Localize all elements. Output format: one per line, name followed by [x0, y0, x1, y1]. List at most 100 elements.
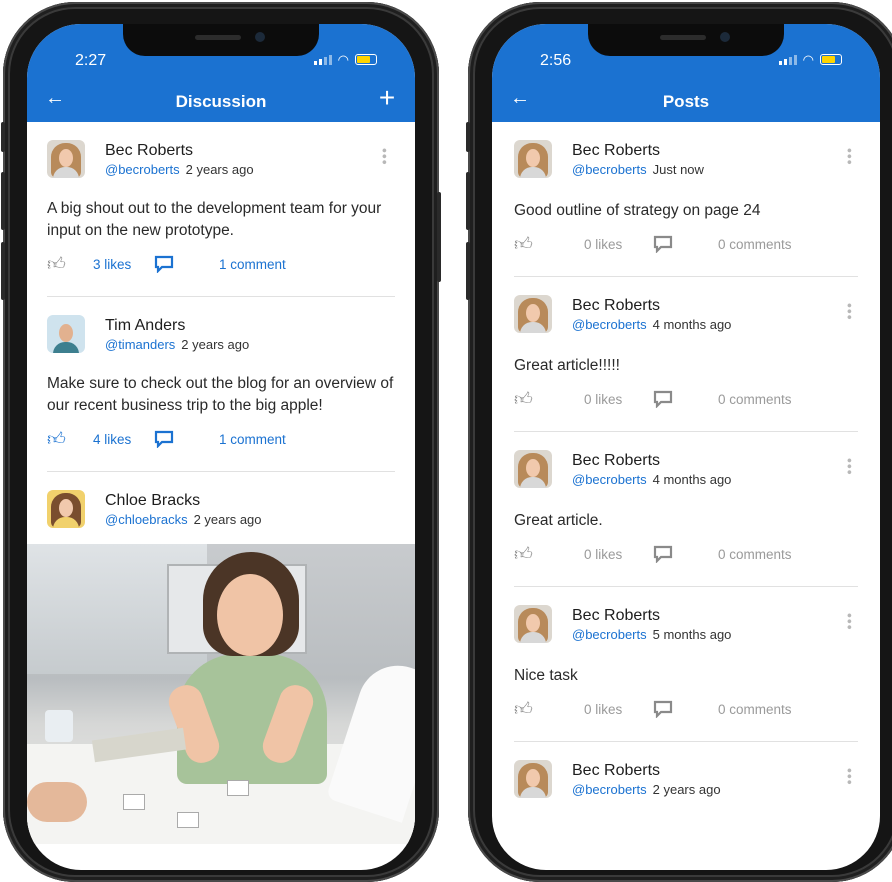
phone-posts: 2:56 ◠ ← Posts Bec Roberts @becroberts Ju… — [466, 2, 892, 882]
side-button — [466, 242, 470, 300]
phone-discussion: 2:27 ◠ ← Discussion + Bec Roberts @becro… — [1, 2, 441, 882]
avatar[interactable] — [514, 140, 552, 178]
more-vertical-icon[interactable]: ••• — [377, 148, 393, 166]
page-title: Discussion — [175, 92, 267, 111]
list-item: Bec Roberts @becroberts 4 months ago ••• … — [492, 432, 880, 587]
avatar[interactable] — [514, 760, 552, 798]
avatar[interactable] — [47, 140, 85, 178]
author-handle[interactable]: @becroberts — [572, 162, 647, 177]
post-text: A big shout out to the development team … — [47, 200, 382, 239]
author-handle[interactable]: @becroberts — [572, 472, 647, 487]
comments-count[interactable]: 1 comment — [219, 257, 286, 272]
screen: 2:27 ◠ ← Discussion + Bec Roberts @becro… — [27, 24, 415, 870]
thumbs-up-icon[interactable]: 👍︎ — [514, 543, 538, 565]
side-button — [1, 242, 5, 300]
side-button — [1, 172, 5, 230]
author-handle[interactable]: @chloebracks — [105, 512, 188, 527]
page-title: Posts — [662, 92, 710, 111]
list-item: Tim Anders @timanders 2 years ago Make su… — [27, 297, 415, 472]
comments-count[interactable]: 0 comments — [718, 392, 792, 407]
post-time: 5 months ago — [652, 626, 732, 642]
author-handle[interactable]: @becroberts — [572, 317, 647, 332]
comments-count[interactable]: 0 comments — [718, 547, 792, 562]
post-text: Good outline of strategy on page 24 — [514, 202, 761, 219]
likes-count[interactable]: 3 likes — [93, 257, 153, 272]
likes-count[interactable]: 4 likes — [93, 432, 153, 447]
post-text: Great article!!!!! — [514, 357, 620, 374]
author-name[interactable]: Bec Roberts — [572, 762, 721, 780]
posts-feed[interactable]: Bec Roberts @becroberts Just now ••• Good… — [492, 122, 880, 870]
thumbs-up-icon[interactable]: 👍︎ — [47, 253, 71, 275]
screen: 2:56 ◠ ← Posts Bec Roberts @becroberts Ju… — [492, 24, 880, 870]
side-button — [466, 122, 470, 152]
list-item: Chloe Bracks @chloebracks 2 years ago — [27, 472, 415, 538]
post-time: 2 years ago — [193, 511, 262, 527]
likes-count[interactable]: 0 likes — [584, 237, 652, 252]
author-handle[interactable]: @becroberts — [572, 627, 647, 642]
likes-count[interactable]: 0 likes — [584, 702, 652, 717]
author-handle[interactable]: @becroberts — [105, 162, 180, 177]
avatar[interactable] — [47, 490, 85, 528]
list-item: Bec Roberts @becroberts Just now ••• Good… — [492, 122, 880, 277]
post-text: Nice task — [514, 667, 578, 684]
author-name[interactable]: Tim Anders — [105, 317, 249, 335]
author-handle[interactable]: @timanders — [105, 337, 175, 352]
comments-count[interactable]: 1 comment — [219, 432, 286, 447]
more-vertical-icon[interactable]: ••• — [842, 148, 858, 166]
author-name[interactable]: Bec Roberts — [572, 297, 731, 315]
post-time: 4 months ago — [652, 471, 732, 487]
author-name[interactable]: Bec Roberts — [572, 142, 704, 160]
more-vertical-icon[interactable]: ••• — [842, 613, 858, 631]
comment-icon[interactable] — [652, 390, 674, 408]
author-name[interactable]: Bec Roberts — [105, 142, 254, 160]
thumbs-up-icon[interactable]: 👍︎ — [514, 233, 538, 255]
thumbs-up-icon[interactable]: 👍︎ — [514, 698, 538, 720]
discussion-feed[interactable]: Bec Roberts @becroberts 2 years ago ••• A… — [27, 122, 415, 870]
likes-count[interactable]: 0 likes — [584, 547, 652, 562]
list-item: Bec Roberts @becroberts 2 years ago ••• — [492, 742, 880, 808]
post-time: 2 years ago — [185, 161, 254, 177]
avatar[interactable] — [47, 315, 85, 353]
more-vertical-icon[interactable]: ••• — [842, 768, 858, 786]
battery-icon — [820, 54, 842, 65]
status-icons: ◠ — [313, 51, 377, 67]
status-time: 2:56 — [540, 52, 572, 69]
signal-icon — [778, 54, 797, 65]
likes-count[interactable]: 0 likes — [584, 392, 652, 407]
post-time: 4 months ago — [652, 316, 732, 332]
comment-icon[interactable] — [153, 255, 175, 273]
status-icons: ◠ — [778, 53, 842, 66]
notch — [588, 24, 784, 56]
comments-count[interactable]: 0 comments — [718, 237, 792, 252]
more-vertical-icon[interactable]: ••• — [842, 458, 858, 476]
notch — [123, 24, 319, 56]
avatar[interactable] — [514, 295, 552, 333]
list-item: Bec Roberts @becroberts 4 months ago ••• … — [492, 277, 880, 432]
post-text: Great article. — [514, 512, 603, 529]
list-item: Bec Roberts @becroberts 2 years ago ••• A… — [27, 122, 415, 297]
author-name[interactable]: Bec Roberts — [572, 607, 731, 625]
author-handle[interactable]: @becroberts — [572, 782, 647, 797]
side-button — [466, 172, 470, 230]
comment-icon[interactable] — [652, 545, 674, 563]
avatar[interactable] — [514, 450, 552, 488]
avatar[interactable] — [514, 605, 552, 643]
app-bar: 2:27 ◠ ← Discussion + — [27, 24, 415, 122]
signal-icon — [313, 54, 332, 65]
thumbs-up-icon[interactable]: 👍︎ — [47, 428, 71, 450]
add-post-button[interactable]: + — [373, 82, 401, 114]
comment-icon[interactable] — [652, 700, 674, 718]
thumbs-up-icon[interactable]: 👍︎ — [514, 388, 538, 410]
post-photo[interactable] — [27, 544, 415, 844]
author-name[interactable]: Chloe Bracks — [105, 492, 262, 510]
list-item: Bec Roberts @becroberts 5 months ago ••• … — [492, 587, 880, 742]
post-time: Just now — [652, 161, 704, 177]
comment-icon[interactable] — [153, 430, 175, 448]
wifi-icon: ◠ — [337, 51, 349, 67]
post-time: 2 years ago — [181, 336, 250, 352]
author-name[interactable]: Bec Roberts — [572, 452, 731, 470]
more-vertical-icon[interactable]: ••• — [842, 303, 858, 321]
app-bar: 2:56 ◠ ← Posts — [492, 24, 880, 122]
comment-icon[interactable] — [652, 235, 674, 253]
comments-count[interactable]: 0 comments — [718, 702, 792, 717]
